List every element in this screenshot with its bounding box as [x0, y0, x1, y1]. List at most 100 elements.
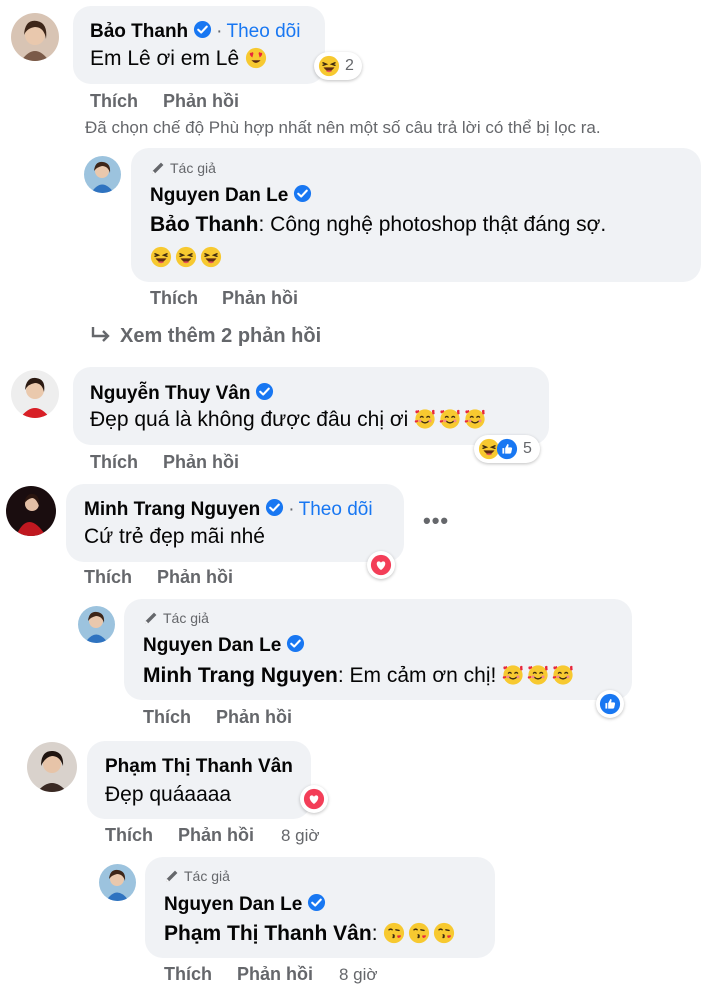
author-name[interactable]: Nguyen Dan Le — [164, 894, 302, 915]
avatar[interactable] — [78, 606, 115, 643]
reaction-summary[interactable]: 5 — [474, 435, 540, 463]
like-button[interactable]: Thích — [150, 288, 198, 309]
verified-badge-icon — [193, 20, 212, 39]
comment-text: Đẹp quá là không được đâu chị ơi — [90, 408, 489, 432]
reply-arrow-icon — [91, 327, 110, 342]
comment-text: Đẹp quáaaaa — [105, 783, 232, 806]
like-button[interactable]: Thích — [84, 567, 132, 588]
reply-button[interactable]: Phản hồi — [216, 707, 292, 728]
author-tag: Tác giả — [164, 868, 230, 884]
comment-text-content: Em Lê ơi em Lê — [90, 47, 240, 70]
pencil-icon — [150, 160, 166, 176]
smiling-hearts-emoji-icon — [502, 664, 524, 686]
smiling-hearts-emoji-icon — [414, 408, 436, 430]
reaction-summary[interactable] — [596, 690, 624, 718]
author-name[interactable]: Bảo Thanh — [90, 21, 188, 42]
avatar[interactable] — [99, 864, 136, 901]
laughing-emoji-icon — [200, 246, 222, 268]
love-reaction-icon — [303, 788, 325, 810]
comment-author[interactable]: Nguyễn Thuy Vân — [90, 382, 274, 405]
reaction-count: 2 — [345, 57, 354, 74]
pencil-icon — [143, 610, 159, 626]
avatar[interactable] — [11, 13, 59, 61]
comment-author[interactable]: Minh Trang Nguyen · Theo dõi — [84, 498, 373, 521]
comment-text: Phạm Thị Thanh Vân: — [164, 922, 458, 946]
reply-button[interactable]: Phản hồi — [222, 288, 298, 309]
comment-text-content: : Em cảm ơn chị! — [337, 664, 497, 687]
avatar[interactable] — [11, 370, 59, 418]
comment-author[interactable]: Phạm Thị Thanh Vân — [105, 756, 293, 778]
separator-dot: · — [288, 499, 295, 520]
mention-link[interactable]: Minh Trang Nguyen — [143, 664, 338, 687]
view-more-replies[interactable]: Xem thêm 2 phản hồi — [90, 325, 321, 348]
smiling-hearts-emoji-icon — [439, 408, 461, 430]
verified-badge-icon — [293, 184, 312, 203]
verified-badge-icon — [307, 893, 326, 912]
comment-text: Bảo Thanh: Công nghệ photoshop thật đáng… — [150, 213, 606, 237]
like-button[interactable]: Thích — [105, 825, 153, 846]
laughing-emoji-icon — [318, 55, 340, 77]
reply-button[interactable]: Phản hồi — [163, 91, 239, 112]
comment-text-content: Đẹp quá là không được đâu chị ơi — [90, 408, 409, 431]
reaction-count: 5 — [523, 440, 532, 457]
mention-link[interactable]: Phạm Thị Thanh Vân — [164, 922, 372, 945]
laughing-emoji-icon — [150, 246, 172, 268]
more-options-button[interactable]: ••• — [423, 508, 449, 534]
follow-button[interactable]: Theo dõi — [299, 499, 373, 520]
reply-button[interactable]: Phản hồi — [157, 567, 233, 588]
reaction-summary[interactable] — [300, 785, 328, 813]
comment-bubble — [73, 6, 325, 84]
avatar[interactable] — [27, 742, 77, 792]
comment-text: Em Lê ơi em Lê — [90, 47, 270, 71]
filter-notice: Đã chọn chế độ Phù hợp nhất nên một số c… — [85, 118, 601, 137]
comment-bubble — [73, 367, 549, 445]
emoji-row — [150, 246, 225, 269]
like-reaction-icon — [599, 693, 621, 715]
follow-button[interactable]: Theo dõi — [227, 21, 301, 42]
comment-author[interactable]: Nguyen Dan Le — [164, 893, 326, 916]
comment-text: Minh Trang Nguyen: Em cảm ơn chị! — [143, 664, 577, 688]
author-name[interactable]: Nguyen Dan Le — [143, 635, 281, 656]
reply-button[interactable]: Phản hồi — [178, 825, 254, 846]
avatar[interactable] — [84, 156, 121, 193]
like-button[interactable]: Thích — [90, 452, 138, 473]
timestamp[interactable]: 8 giờ — [281, 826, 320, 846]
reply-button[interactable]: Phản hồi — [163, 452, 239, 473]
love-reaction-icon — [370, 554, 392, 576]
verified-badge-icon — [286, 634, 305, 653]
like-button[interactable]: Thích — [143, 707, 191, 728]
timestamp[interactable]: 8 giờ — [339, 965, 378, 985]
kiss-emoji-icon — [408, 922, 430, 944]
kiss-emoji-icon — [383, 922, 405, 944]
comment-text-content: : Công nghệ photoshop thật đáng sợ. — [258, 213, 607, 236]
author-name[interactable]: Phạm Thị Thanh Vân — [105, 756, 293, 777]
like-button[interactable]: Thích — [164, 964, 212, 985]
avatar[interactable] — [6, 486, 56, 536]
comment-author[interactable]: Nguyen Dan Le — [143, 634, 305, 657]
separator-dot: · — [216, 21, 223, 42]
like-button[interactable]: Thích — [90, 91, 138, 112]
comment-bubble — [87, 741, 311, 819]
mention-link[interactable]: Bảo Thanh — [150, 213, 259, 236]
laughing-emoji-icon — [175, 246, 197, 268]
author-name[interactable]: Minh Trang Nguyen — [84, 499, 260, 520]
smiling-hearts-emoji-icon — [464, 408, 486, 430]
comment-author[interactable]: Nguyen Dan Le — [150, 184, 312, 207]
verified-badge-icon — [265, 498, 284, 517]
smiling-hearts-emoji-icon — [552, 664, 574, 686]
verified-badge-icon — [255, 382, 274, 401]
smiling-hearts-emoji-icon — [527, 664, 549, 686]
author-name[interactable]: Nguyen Dan Le — [150, 185, 288, 206]
reaction-summary[interactable]: 2 — [314, 52, 362, 80]
kiss-emoji-icon — [433, 922, 455, 944]
author-name[interactable]: Nguyễn Thuy Vân — [90, 383, 250, 404]
comment-text-content: : — [371, 922, 378, 945]
reply-button[interactable]: Phản hồi — [237, 964, 313, 985]
author-tag: Tác giả — [150, 160, 216, 176]
heart-eyes-emoji-icon — [245, 47, 267, 69]
reaction-summary[interactable] — [367, 551, 395, 579]
comment-author[interactable]: Bảo Thanh · Theo dõi — [90, 20, 300, 43]
pencil-icon — [164, 868, 180, 884]
author-tag: Tác giả — [143, 610, 209, 626]
comment-text: Cứ trẻ đẹp mãi nhé — [84, 525, 265, 548]
